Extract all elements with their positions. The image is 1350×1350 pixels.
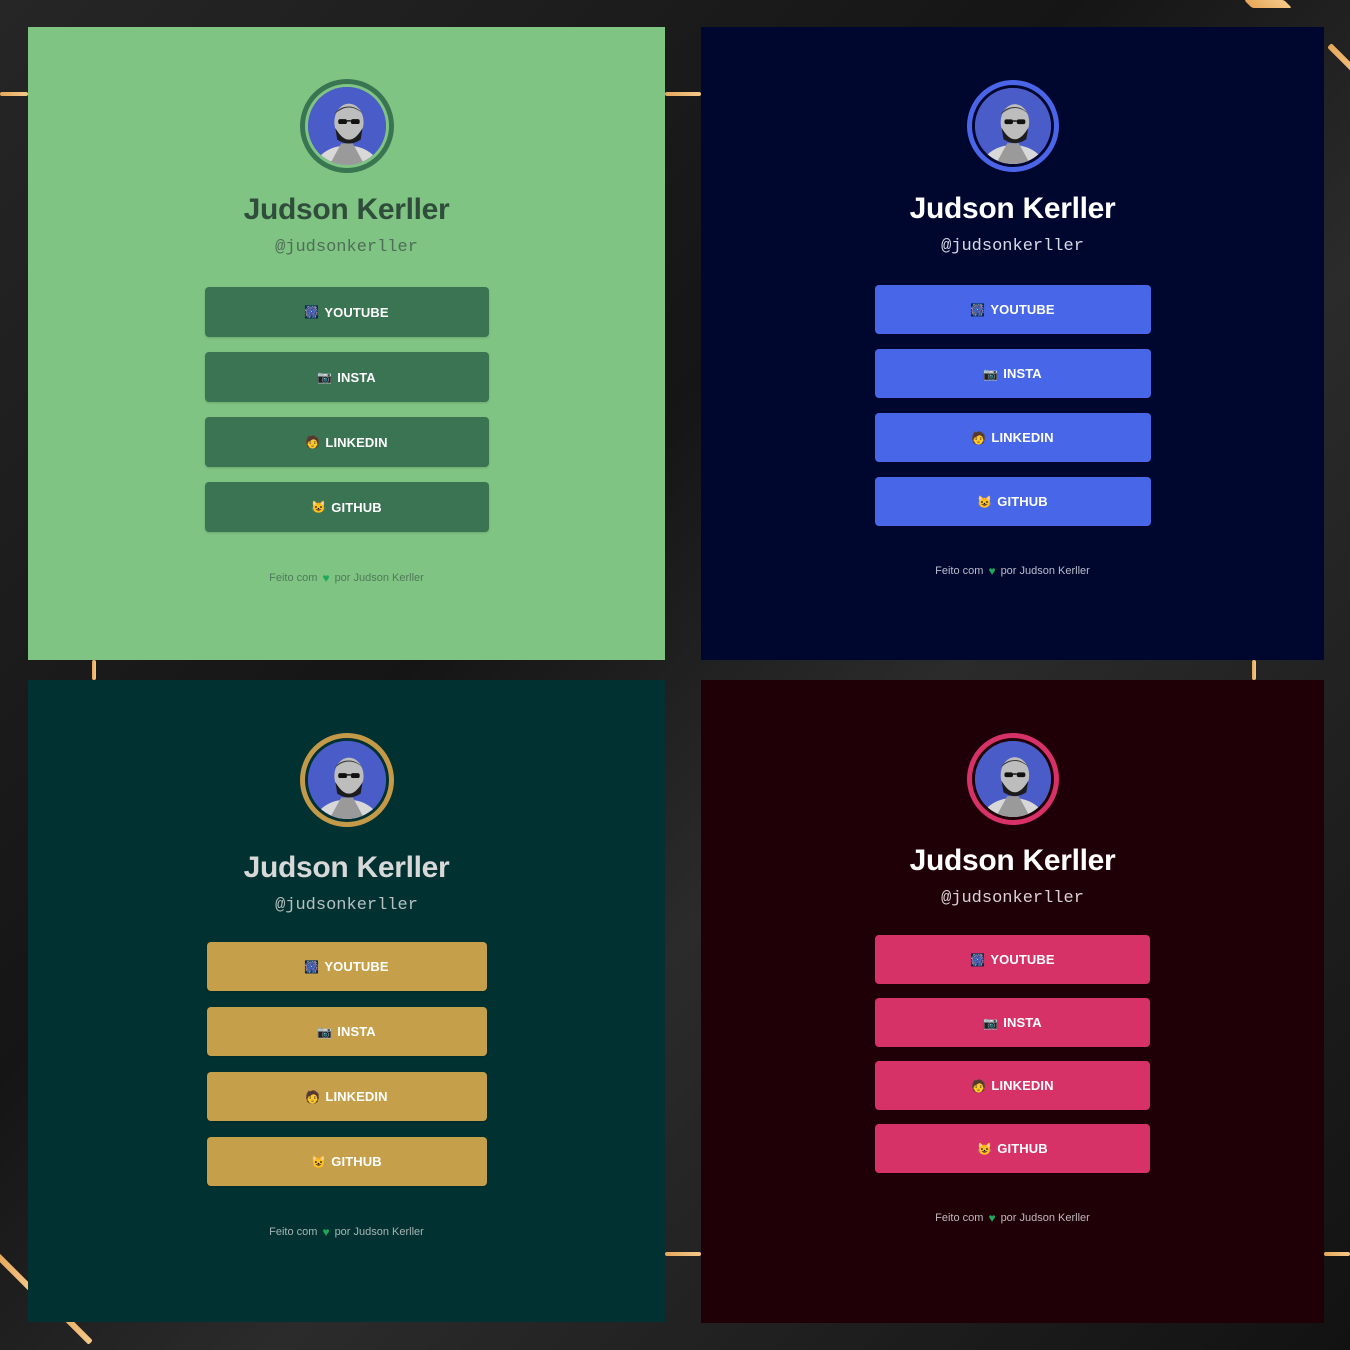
person-icon: 🧑 <box>971 1078 987 1093</box>
youtube-button[interactable]: 🎆 YOUTUBE <box>875 935 1150 984</box>
github-button[interactable]: 😺 GITHUB <box>204 482 489 532</box>
github-button[interactable]: 😺 GITHUB <box>875 1124 1150 1173</box>
profile-card-green: Judson Kerller @judsonkerller 🎆 YOUTUBE 📷… <box>28 27 665 660</box>
gold-stripe <box>1324 1252 1350 1256</box>
insta-button[interactable]: 📷 INSTA <box>874 349 1151 398</box>
gold-stripe <box>92 660 96 680</box>
gold-stripe <box>1244 0 1292 8</box>
fireworks-icon: 🎆 <box>970 302 986 317</box>
footer-author: por Judson Kerller <box>334 572 424 584</box>
fireworks-icon: 🎆 <box>304 305 320 319</box>
heart-icon: ♥ <box>988 1211 996 1225</box>
cat-icon: 😺 <box>311 500 327 514</box>
button-label: INSTA <box>1003 1015 1042 1030</box>
button-label: LINKEDIN <box>991 430 1054 445</box>
heart-icon: ♥ <box>322 1225 330 1239</box>
link-list: 🎆 YOUTUBE 📷 INSTA 🧑 LINKEDIN 😺 GITHUB <box>204 287 489 532</box>
profile-card-teal: Judson Kerller @judsonkerller 🎆 YOUTUBE 📷… <box>28 680 665 1322</box>
person-icon: 🧑 <box>305 1089 321 1104</box>
camera-icon: 📷 <box>317 370 333 384</box>
github-button[interactable]: 😺 GITHUB <box>206 1137 487 1186</box>
profile-handle: @judsonkerller <box>941 237 1084 256</box>
person-icon: 🧑 <box>971 430 987 445</box>
button-label: LINKEDIN <box>325 1089 388 1104</box>
footer: Feito com ♥ por Judson Kerller <box>935 1211 1090 1225</box>
link-list: 🎆 YOUTUBE 📷 INSTA 🧑 LINKEDIN 😺 GITHUB <box>874 285 1151 526</box>
linkedin-button[interactable]: 🧑 LINKEDIN <box>204 417 489 467</box>
cat-icon: 😺 <box>311 1154 327 1169</box>
footer: Feito com ♥ por Judson Kerller <box>935 564 1090 578</box>
avatar <box>299 79 394 173</box>
insta-button[interactable]: 📷 INSTA <box>206 1007 487 1056</box>
camera-icon: 📷 <box>317 1024 333 1039</box>
avatar <box>966 80 1059 172</box>
gold-stripe <box>665 92 701 96</box>
button-label: GITHUB <box>997 1141 1048 1156</box>
footer-author: por Judson Kerller <box>1000 565 1090 577</box>
github-button[interactable]: 😺 GITHUB <box>874 477 1151 526</box>
footer-text: Feito com <box>269 1226 318 1238</box>
profile-photo <box>307 741 386 819</box>
fireworks-icon: 🎆 <box>304 959 320 974</box>
button-label: YOUTUBE <box>324 304 389 320</box>
profile-photo <box>307 87 386 165</box>
footer-text: Feito com <box>935 565 984 577</box>
gold-stripe <box>1252 660 1256 680</box>
insta-button[interactable]: 📷 INSTA <box>875 998 1150 1047</box>
profile-photo <box>974 88 1051 164</box>
heart-icon: ♥ <box>322 571 330 585</box>
youtube-button[interactable]: 🎆 YOUTUBE <box>204 287 489 337</box>
profile-handle: @judsonkerller <box>275 238 418 257</box>
profile-name: Judson Kerller <box>909 192 1116 225</box>
cat-icon: 😺 <box>977 494 993 509</box>
button-label: INSTA <box>337 369 376 385</box>
linkedin-button[interactable]: 🧑 LINKEDIN <box>874 413 1151 462</box>
button-label: LINKEDIN <box>991 1078 1054 1093</box>
footer: Feito com ♥ por Judson Kerller <box>269 1225 424 1239</box>
profile-name: Judson Kerller <box>243 851 450 884</box>
link-list: 🎆 YOUTUBE 📷 INSTA 🧑 LINKEDIN 😺 GITHUB <box>875 935 1150 1173</box>
insta-button[interactable]: 📷 INSTA <box>204 352 489 402</box>
button-label: GITHUB <box>331 499 382 515</box>
youtube-button[interactable]: 🎆 YOUTUBE <box>206 942 487 991</box>
gold-stripe <box>665 1252 701 1256</box>
button-label: INSTA <box>337 1024 376 1039</box>
button-label: YOUTUBE <box>990 952 1055 967</box>
footer-text: Feito com <box>935 1212 984 1224</box>
cat-icon: 😺 <box>977 1141 993 1156</box>
button-label: GITHUB <box>997 494 1048 509</box>
profile-handle: @judsonkerller <box>941 889 1084 908</box>
profile-name: Judson Kerller <box>243 193 450 226</box>
camera-icon: 📷 <box>983 366 999 381</box>
youtube-button[interactable]: 🎆 YOUTUBE <box>874 285 1151 334</box>
profile-handle: @judsonkerller <box>275 896 418 915</box>
avatar <box>966 733 1059 825</box>
camera-icon: 📷 <box>983 1015 999 1030</box>
button-label: YOUTUBE <box>990 302 1055 317</box>
profile-card-navy: Judson Kerller @judsonkerller 🎆 YOUTUBE 📷… <box>701 27 1324 660</box>
linkedin-button[interactable]: 🧑 LINKEDIN <box>206 1072 487 1121</box>
gold-stripe <box>0 92 28 96</box>
button-label: INSTA <box>1003 366 1042 381</box>
avatar <box>299 733 394 827</box>
footer-author: por Judson Kerller <box>334 1226 424 1238</box>
profile-card-maroon: Judson Kerller @judsonkerller 🎆 YOUTUBE 📷… <box>701 680 1324 1323</box>
footer: Feito com ♥ por Judson Kerller <box>269 571 424 585</box>
footer-author: por Judson Kerller <box>1000 1212 1090 1224</box>
profile-name: Judson Kerller <box>909 844 1116 877</box>
heart-icon: ♥ <box>988 564 996 578</box>
footer-text: Feito com <box>269 572 318 584</box>
link-list: 🎆 YOUTUBE 📷 INSTA 🧑 LINKEDIN 😺 GITHUB <box>206 942 487 1186</box>
fireworks-icon: 🎆 <box>970 952 986 967</box>
button-label: GITHUB <box>331 1154 382 1169</box>
person-icon: 🧑 <box>305 435 321 449</box>
linkedin-button[interactable]: 🧑 LINKEDIN <box>875 1061 1150 1110</box>
button-label: YOUTUBE <box>324 959 389 974</box>
button-label: LINKEDIN <box>325 434 388 450</box>
profile-photo <box>974 741 1051 817</box>
